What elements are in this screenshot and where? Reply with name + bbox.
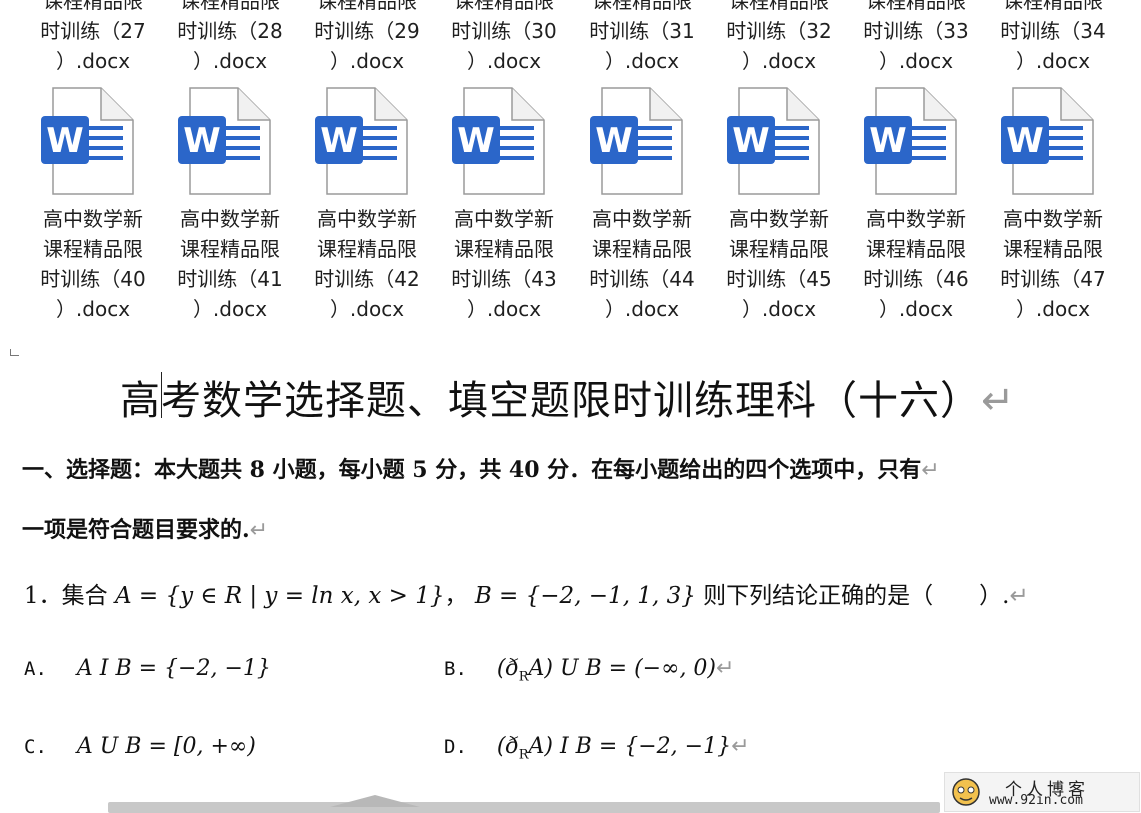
svg-text:W: W — [46, 121, 84, 161]
file-label[interactable]: 课程精品限 时训练（34 ）.docx — [994, 0, 1112, 76]
document-title: 高考数学选择题、填空题限时训练理科（十六）↵ — [120, 378, 1016, 424]
watermark-url: www.92in.com — [989, 793, 1083, 808]
file-label[interactable]: 高中数学新 课程精品限 时训练（42 ）.docx — [308, 204, 426, 324]
section-instructions-line1: 一、选择题：本大题共 8 小题，每小题 5 分，共 40 分．在每小题给出的四个… — [22, 457, 940, 483]
file-label[interactable]: 课程精品限 时训练（27 ）.docx — [34, 0, 152, 76]
option-b: B. (ðRA) U B = (−∞, 0)↵ — [444, 656, 735, 685]
question-1: 1．集合 A = {y ∈ R | y = ln x, x > 1}， B = … — [24, 583, 1029, 609]
word-document-icon[interactable]: W — [176, 86, 272, 196]
svg-text:W: W — [732, 121, 770, 161]
section-instructions-line2: 一项是符合题目要求的.↵ — [22, 517, 269, 543]
word-document-icon[interactable]: W — [862, 86, 958, 196]
svg-text:W: W — [1006, 121, 1044, 161]
word-document-icon[interactable]: W — [725, 86, 821, 196]
file-label[interactable]: 课程精品限 时训练（29 ）.docx — [308, 0, 426, 76]
file-label[interactable]: 高中数学新 课程精品限 时训练（45 ）.docx — [720, 204, 838, 324]
text-cursor — [161, 372, 162, 418]
paragraph-mark-icon: ↵ — [249, 518, 269, 543]
paragraph-mark-icon: ↵ — [731, 734, 750, 759]
horizontal-scrollbar[interactable] — [108, 802, 940, 813]
file-label[interactable]: 课程精品限 时训练（32 ）.docx — [720, 0, 838, 76]
option-a: A. A I B = {−2, −1} — [24, 656, 271, 681]
word-document-icon[interactable]: W — [450, 86, 546, 196]
svg-text:W: W — [183, 121, 221, 161]
site-watermark: 个人博客 www.92in.com — [944, 772, 1140, 812]
svg-text:W: W — [595, 121, 633, 161]
file-label[interactable]: 高中数学新 课程精品限 时训练（46 ）.docx — [857, 204, 975, 324]
paragraph-mark-icon: ↵ — [716, 656, 735, 681]
file-label[interactable]: 高中数学新 课程精品限 时训练（40 ）.docx — [34, 204, 152, 324]
word-document-icon[interactable]: W — [588, 86, 684, 196]
file-label[interactable]: 课程精品限 时训练（31 ）.docx — [583, 0, 701, 76]
svg-text:W: W — [320, 121, 358, 161]
file-label[interactable]: 高中数学新 课程精品限 时训练（43 ）.docx — [445, 204, 563, 324]
scroll-thumb[interactable] — [330, 792, 420, 807]
page-corner-mark — [10, 349, 19, 356]
mascot-logo-icon — [952, 778, 980, 806]
file-label[interactable]: 高中数学新 课程精品限 时训练（44 ）.docx — [583, 204, 701, 324]
word-document-icon[interactable]: W — [999, 86, 1095, 196]
file-label[interactable]: 高中数学新 课程精品限 时训练（41 ）.docx — [171, 204, 289, 324]
word-document-icon[interactable]: W — [313, 86, 409, 196]
paragraph-mark-icon: ↵ — [921, 458, 940, 483]
file-label[interactable]: 课程精品限 时训练（28 ）.docx — [171, 0, 289, 76]
svg-text:W: W — [457, 121, 495, 161]
file-label[interactable]: 课程精品限 时训练（30 ）.docx — [445, 0, 563, 76]
file-label[interactable]: 高中数学新 课程精品限 时训练（47 ）.docx — [994, 204, 1112, 324]
option-d: D. (ðRA) I B = {−2, −1}↵ — [444, 734, 750, 763]
file-label[interactable]: 课程精品限 时训练（33 ）.docx — [857, 0, 975, 76]
svg-text:W: W — [869, 121, 907, 161]
paragraph-mark-icon: ↵ — [1009, 583, 1029, 609]
word-document-icon[interactable]: W — [39, 86, 135, 196]
paragraph-mark-icon: ↵ — [981, 378, 1016, 424]
option-c: C. A U B = [0, +∞) — [24, 734, 256, 759]
